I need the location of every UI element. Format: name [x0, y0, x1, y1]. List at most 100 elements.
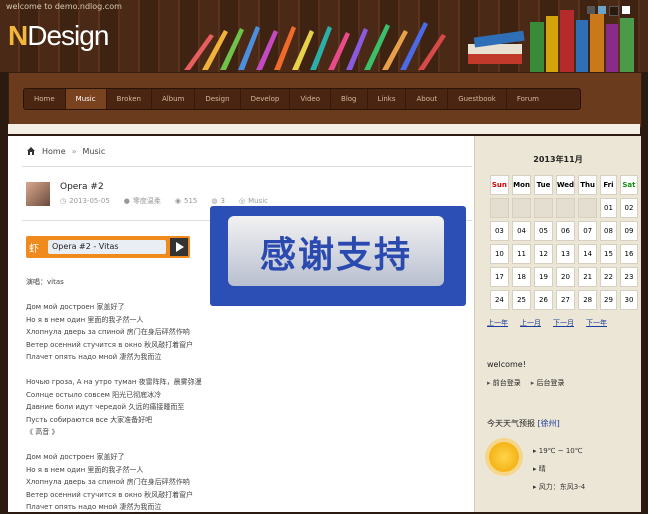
music-player[interactable]: 虾 Opera #2 - Vitas	[26, 236, 190, 258]
calendar-empty-day	[578, 198, 597, 218]
nav-about[interactable]: About	[406, 89, 449, 109]
next-month-link[interactable]: 下一月	[553, 318, 574, 328]
calendar-day[interactable]: 20	[555, 267, 576, 287]
user-icon: ●	[123, 197, 130, 205]
post-author-text[interactable]: 零度温柔	[133, 196, 161, 206]
post-title[interactable]: Opera #2	[60, 182, 104, 192]
xiami-icon: 虾	[29, 244, 39, 255]
post-category-text[interactable]: Music	[248, 197, 268, 205]
thanks-overlay[interactable]: 感谢支持	[210, 206, 466, 306]
lyric-line: Пусть собираются все 大家准备好吧	[26, 415, 153, 424]
nav-album[interactable]: Album	[152, 89, 196, 109]
calendar-day[interactable]: 09	[619, 221, 638, 241]
calendar-day[interactable]: 11	[511, 244, 532, 264]
lyric-line: Хлопнула дверь за спиной 房门在身后砰然作响	[26, 328, 190, 336]
lyric-line: Дом мой достроен 家盖好了	[26, 303, 125, 311]
calendar-days: 01 02 03 04 05 06 07 08 09 10 11 12 13 14 15 16 17 18 19 20…	[490, 198, 638, 310]
calendar-day[interactable]: 29	[600, 290, 617, 310]
weather-title-text: 今天天气预报	[487, 419, 535, 428]
calendar-day[interactable]: 10	[490, 244, 509, 264]
calendar-week: 10 11 12 13 14 15 16	[490, 244, 638, 264]
calendar-day[interactable]: 26	[534, 290, 553, 310]
calendar-day[interactable]: 28	[578, 290, 597, 310]
lyric-line: 演唱：vitas	[26, 278, 64, 286]
nav-broken[interactable]: Broken	[107, 89, 152, 109]
calendar: Sun Mon Tue Wed Thu Fri Sat 01 02 03 04 05 06…	[487, 172, 641, 313]
main-menu: Home Music Broken Album Design Develop V…	[23, 88, 581, 110]
calendar-day[interactable]: 22	[600, 267, 617, 287]
welcome-widget-title: welcome!	[487, 360, 526, 369]
calendar-day[interactable]: 17	[490, 267, 509, 287]
lyric-line: Ночью гроза, А на утро туман 夜雷阵阵，晨雾弥漫	[26, 378, 202, 386]
lyric-line: Плачет опять надо мной 凄然为我而泣	[26, 353, 162, 361]
eye-icon: ◉	[174, 197, 182, 205]
calendar-day[interactable]: 30	[619, 290, 638, 310]
lyric-line: Солнце остыло совсем 阳光已彻底冰冷	[26, 390, 162, 399]
calendar-day[interactable]: 21	[578, 267, 597, 287]
breadcrumb-home[interactable]: Home	[42, 147, 66, 156]
nav-forum[interactable]: Forum	[507, 89, 549, 109]
lyric-line: Ветер осенний стучится в окно 秋风敲打着窗户	[26, 340, 194, 349]
post-category: ◎ Music	[239, 196, 268, 206]
calendar-day[interactable]: 05	[534, 221, 553, 241]
calendar-day[interactable]: 06	[555, 221, 576, 241]
lyric-line: Давние боли идут чередой 久远的痛接踵而至	[26, 403, 185, 411]
weekday-wed: Wed	[555, 175, 576, 195]
calendar-day[interactable]: 23	[619, 267, 638, 287]
player-track-bar[interactable]: Opera #2 - Vitas	[48, 240, 166, 254]
weekday-fri: Fri	[600, 175, 617, 195]
backend-login-link[interactable]: 后台登录	[531, 378, 565, 388]
nav-design[interactable]: Design	[195, 89, 241, 109]
weather-title: 今天天气预报 [徐州]	[487, 418, 560, 429]
book-stack	[468, 10, 634, 72]
prev-month-link[interactable]: 上一月	[520, 318, 541, 328]
calendar-day[interactable]: 04	[511, 221, 532, 241]
calendar-weekdays: Sun Mon Tue Wed Thu Fri Sat	[490, 175, 638, 195]
nav-links[interactable]: Links	[368, 89, 407, 109]
thanks-panel: 感谢支持	[228, 216, 444, 286]
frontend-login-link[interactable]: 前台登录	[487, 378, 521, 388]
header-banner: welcome to demo.ndlog.com NDesign	[0, 0, 648, 72]
weather-city[interactable]: [徐州]	[538, 419, 560, 428]
logo-letter: N	[8, 20, 28, 51]
calendar-week: 01 02	[490, 198, 638, 218]
play-button[interactable]	[170, 238, 188, 256]
calendar-day[interactable]: 12	[534, 244, 553, 264]
calendar-day[interactable]: 25	[511, 290, 532, 310]
nav-music[interactable]: Music	[65, 89, 107, 109]
calendar-day[interactable]: 18	[511, 267, 532, 287]
calendar-day[interactable]: 24	[490, 290, 509, 310]
calendar-empty-day	[555, 198, 576, 218]
calendar-day[interactable]: 02	[619, 198, 638, 218]
nav-video[interactable]: Video	[290, 89, 332, 109]
post-comments-text[interactable]: 3	[221, 197, 225, 205]
calendar-day[interactable]: 14	[578, 244, 597, 264]
nav-home[interactable]: Home	[24, 89, 66, 109]
avatar	[26, 182, 50, 206]
nav-blog[interactable]: Blog	[331, 89, 368, 109]
calendar-day[interactable]: 27	[555, 290, 576, 310]
lyrics-text: 演唱：vitas Дом мой достроен 家盖好了 Но я в не…	[26, 276, 202, 514]
calendar-day[interactable]: 15	[600, 244, 617, 264]
calendar-empty-day	[534, 198, 553, 218]
prev-year-link[interactable]: 上一年	[487, 318, 508, 328]
weekday-mon: Mon	[511, 175, 532, 195]
login-links: 前台登录 后台登录	[487, 378, 565, 388]
nav-develop[interactable]: Develop	[241, 89, 291, 109]
calendar-empty-day	[511, 198, 532, 218]
calendar-day[interactable]: 08	[600, 221, 617, 241]
calendar-day[interactable]: 07	[578, 221, 597, 241]
site-logo[interactable]: NDesign	[8, 20, 109, 52]
next-year-link[interactable]: 下一年	[586, 318, 607, 328]
breadcrumb-current[interactable]: Music	[83, 147, 106, 156]
calendar-day[interactable]: 16	[619, 244, 638, 264]
calendar-day[interactable]: 13	[555, 244, 576, 264]
calendar-day[interactable]: 19	[534, 267, 553, 287]
calendar-day[interactable]: 03	[490, 221, 509, 241]
weather-condition: 晴	[533, 460, 585, 478]
nav-guestbook[interactable]: Guestbook	[448, 89, 507, 109]
calendar-day[interactable]: 01	[600, 198, 617, 218]
lyric-line: Хлопнула дверь за спиной 房门在身后砰然作响	[26, 478, 190, 486]
navigation-bar: Home Music Broken Album Design Develop V…	[8, 72, 642, 128]
post-views: ◉ 515	[175, 196, 197, 206]
